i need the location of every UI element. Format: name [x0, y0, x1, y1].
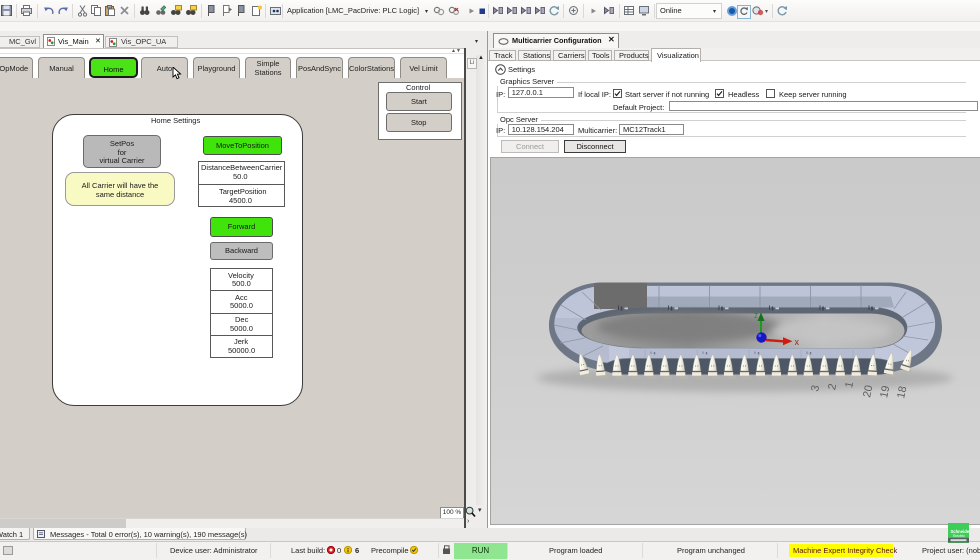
- svg-text:18: 18: [895, 385, 909, 399]
- svg-text:19: 19: [878, 385, 892, 399]
- svg-text:20: 20: [861, 384, 875, 398]
- svg-text:z: z: [754, 311, 758, 320]
- svg-text:Electric: Electric: [953, 534, 965, 538]
- svg-text:x: x: [795, 337, 800, 347]
